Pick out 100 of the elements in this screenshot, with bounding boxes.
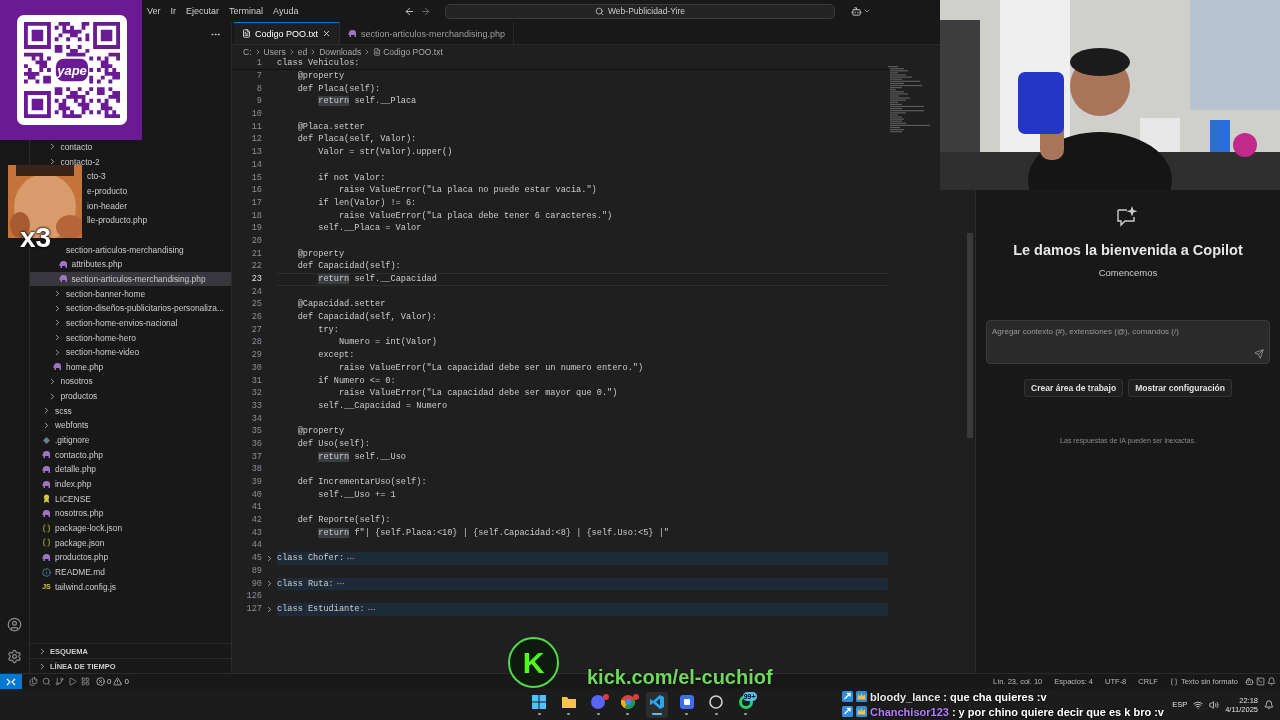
extensions-icon[interactable] (81, 677, 90, 686)
tree-item[interactable]: package.json (42, 535, 105, 551)
action-button[interactable]: Crear área de trabajo (1024, 379, 1124, 397)
tree-item[interactable]: contacto.php (42, 447, 103, 463)
menu-item[interactable]: Ver (142, 4, 166, 18)
tree-item[interactable]: scss (42, 403, 72, 419)
tree-item[interactable]: section-home-envios-nacional (53, 315, 178, 331)
tree-item[interactable]: .gitignore (42, 432, 90, 448)
settings-icon[interactable] (7, 649, 22, 664)
tree-item[interactable]: LICENSE (42, 491, 91, 507)
breadcrumb[interactable]: Users (263, 46, 286, 57)
line-number: 1 (255, 58, 262, 69)
chat-input[interactable]: Agregar contexto (#), extensiones (@), comandos (/) (986, 320, 1270, 364)
scrollbar-thumb[interactable] (967, 233, 973, 438)
elephant-icon (58, 260, 68, 268)
account-icon[interactable] (7, 617, 22, 632)
tree-item[interactable]: section-home-hero (53, 330, 136, 345)
braces-icon (42, 523, 51, 533)
forward-icon[interactable] (419, 5, 431, 17)
problems-button[interactable]: 0 0 (90, 677, 135, 686)
tree-item[interactable]: package-lock.json (42, 520, 123, 536)
tree-item[interactable]: cto-3 (87, 168, 106, 184)
minimap-drawing (888, 66, 930, 134)
tree-item[interactable]: nosotros (47, 374, 93, 389)
tree-item[interactable]: section-articulos-merchandising (53, 242, 184, 257)
line-number: 22 (250, 260, 262, 273)
search-field[interactable]: Web-Publicidad-Yire (445, 3, 835, 19)
tree-item[interactable]: webfonts (42, 418, 89, 433)
line-number: 37 (250, 450, 262, 464)
search-icon[interactable] (42, 677, 51, 686)
robot-icon[interactable] (1245, 677, 1254, 686)
code-line: return f"| {self.Placa:<10} | {self.Capacidad:<8} | {self.Uso:<5} |" (317, 526, 669, 540)
breadcrumb[interactable]: Downloads (319, 46, 362, 57)
remote-button[interactable] (0, 674, 22, 689)
code-editor-icon (649, 694, 665, 710)
tree-item[interactable]: index.php (42, 476, 92, 492)
bell-icon[interactable] (1267, 677, 1276, 686)
tree-item[interactable]: section-home-video (53, 344, 140, 360)
tree-item[interactable]: section-diseños-publicitarios-personaliza... (53, 300, 224, 316)
editor-tab[interactable]: Codigo POO.txt (234, 22, 341, 44)
tree-item[interactable]: e-producto (87, 183, 128, 199)
line-number: 30 (250, 361, 262, 375)
code-line: raise ValueError("La placa no puede estar vacia.") (337, 184, 597, 197)
robot-icon[interactable] (851, 5, 862, 17)
document-icon (373, 47, 382, 56)
bell-icon[interactable] (1264, 699, 1274, 710)
branch-icon[interactable] (55, 677, 64, 686)
breadcrumb[interactable]: C: (243, 46, 252, 57)
elephant-icon (42, 451, 51, 459)
windows-logo-icon (531, 694, 547, 710)
code-line: def IncrementarUso(self): (296, 476, 427, 489)
tree-item[interactable]: contacto-2 (47, 154, 100, 169)
tree-item[interactable]: detalle.php (42, 462, 96, 477)
menu-item[interactable]: Ir (165, 4, 181, 18)
tree-item[interactable]: README.md (42, 564, 105, 580)
tree-item[interactable]: attributes.php (58, 256, 123, 272)
back-icon[interactable] (403, 5, 415, 17)
code-line: return self.__Capacidad (317, 273, 437, 286)
chat-input-field[interactable]: Agregar contexto (#), extensiones (@), comandos (/) (992, 327, 1264, 336)
tree-item[interactable]: lle-producto.php (87, 212, 148, 228)
menu-item[interactable]: Ejecutar (181, 4, 225, 18)
code-line: raise ValueError("La placa debe tener 6 caracteres.") (337, 209, 613, 223)
tree-item[interactable]: section-banner-home (53, 286, 146, 301)
tree-item[interactable]: section-articulos-merchandising.php (30, 271, 231, 287)
menu-item[interactable]: Terminal (224, 4, 269, 18)
line-number: 90 (250, 577, 262, 591)
line-number: 27 (250, 323, 262, 337)
tree-item[interactable]: nosotros.php (42, 506, 104, 521)
code-line: def Reporte(self): (296, 514, 391, 527)
tree-item[interactable]: productos.php (42, 550, 109, 565)
taskbar-button[interactable] (646, 691, 668, 718)
line-number: 33 (250, 399, 262, 413)
tree-item[interactable]: productos (47, 388, 98, 404)
folder-icon (560, 694, 577, 710)
chat-message: : y por chino quiere decir que es k bro :v (951, 705, 1164, 718)
chevron-icon[interactable] (265, 604, 274, 614)
close-icon[interactable] (322, 29, 332, 38)
logo: yape (55, 58, 89, 82)
speaker-icon[interactable] (1209, 699, 1220, 710)
breadcrumb[interactable]: Codigo POO.txt (383, 46, 443, 57)
menu-item[interactable]: Ayuda (268, 4, 304, 18)
send-icon[interactable] (1254, 349, 1264, 359)
line-number: 23 (250, 273, 262, 286)
code-line: @property (296, 425, 345, 438)
terminal-icon[interactable] (1256, 677, 1265, 686)
caret-icon[interactable] (863, 7, 871, 15)
remote-icon (6, 677, 16, 686)
files-icon[interactable] (29, 677, 38, 686)
code-line: def Capacidad(self, Valor): (296, 311, 437, 324)
code-line: raise ValueError("La capacidad debe ser un numero entero.") (337, 361, 644, 375)
tree-item[interactable]: home.php (53, 359, 104, 375)
chevron-icon[interactable] (265, 579, 274, 589)
line-number: 26 (250, 311, 262, 324)
run-icon[interactable] (68, 677, 77, 686)
tree-item[interactable]: ion-header (87, 198, 128, 213)
tree-item[interactable]: contacto (47, 139, 93, 155)
action-button[interactable]: Mostrar configuración (1128, 379, 1232, 397)
wifi-icon[interactable] (1193, 699, 1204, 710)
chevron-icon[interactable] (265, 553, 274, 563)
breadcrumb[interactable]: ed (297, 46, 308, 57)
